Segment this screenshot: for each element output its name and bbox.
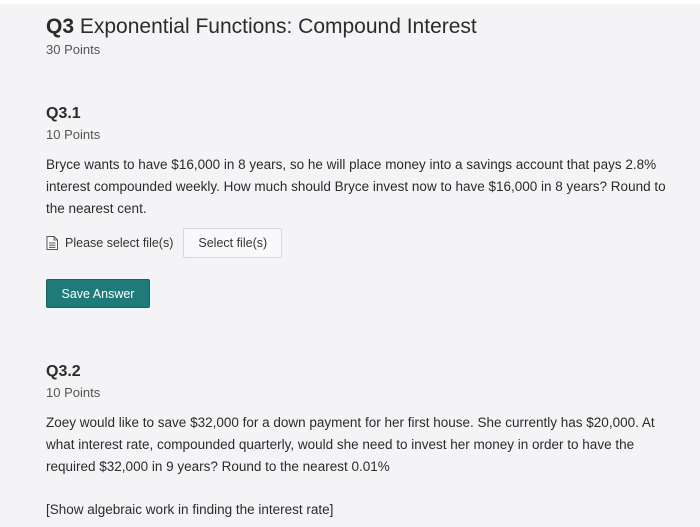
part-1-prompt: Bryce wants to have $16,000 in 8 years, … (46, 154, 666, 220)
file-icon (46, 236, 58, 250)
part-2-note-text: [Show algebraic work in finding the inte… (46, 502, 334, 517)
part-1-points: 10 Points (46, 127, 101, 142)
part-2-title: Q3.2 (46, 363, 81, 380)
save-answer-button[interactable]: Save Answer (46, 279, 150, 308)
file-upload-label: Please select file(s) (65, 236, 174, 250)
file-upload-row: Please select file(s) Select file(s) (46, 228, 283, 258)
top-bar (0, 0, 700, 4)
part-2-note: [Show algebraic work in finding the inte… (46, 499, 666, 521)
select-files-button[interactable]: Select file(s) (183, 228, 283, 258)
question-header: Q3 Exponential Functions: Compound Inter… (46, 14, 477, 57)
part-2-points: 10 Points (46, 385, 101, 400)
part-2-prompt-text: Zoey would like to save $32,000 for a do… (46, 415, 655, 474)
question-points: 30 Points (46, 42, 101, 57)
part-1-header: Q3.1 10 Points (46, 104, 100, 142)
part-2-header: Q3.2 10 Points (46, 362, 100, 400)
question-title-text: Exponential Functions: Compound Interest (79, 15, 477, 38)
part-2-prompt: Zoey would like to save $32,000 for a do… (46, 412, 666, 478)
part-1-prompt-text: Bryce wants to have $16,000 in 8 years, … (46, 157, 666, 216)
part-1-title: Q3.1 (46, 105, 81, 122)
question-title: Q3 Exponential Functions: Compound Inter… (46, 14, 477, 40)
question-number: Q3 (46, 15, 75, 38)
